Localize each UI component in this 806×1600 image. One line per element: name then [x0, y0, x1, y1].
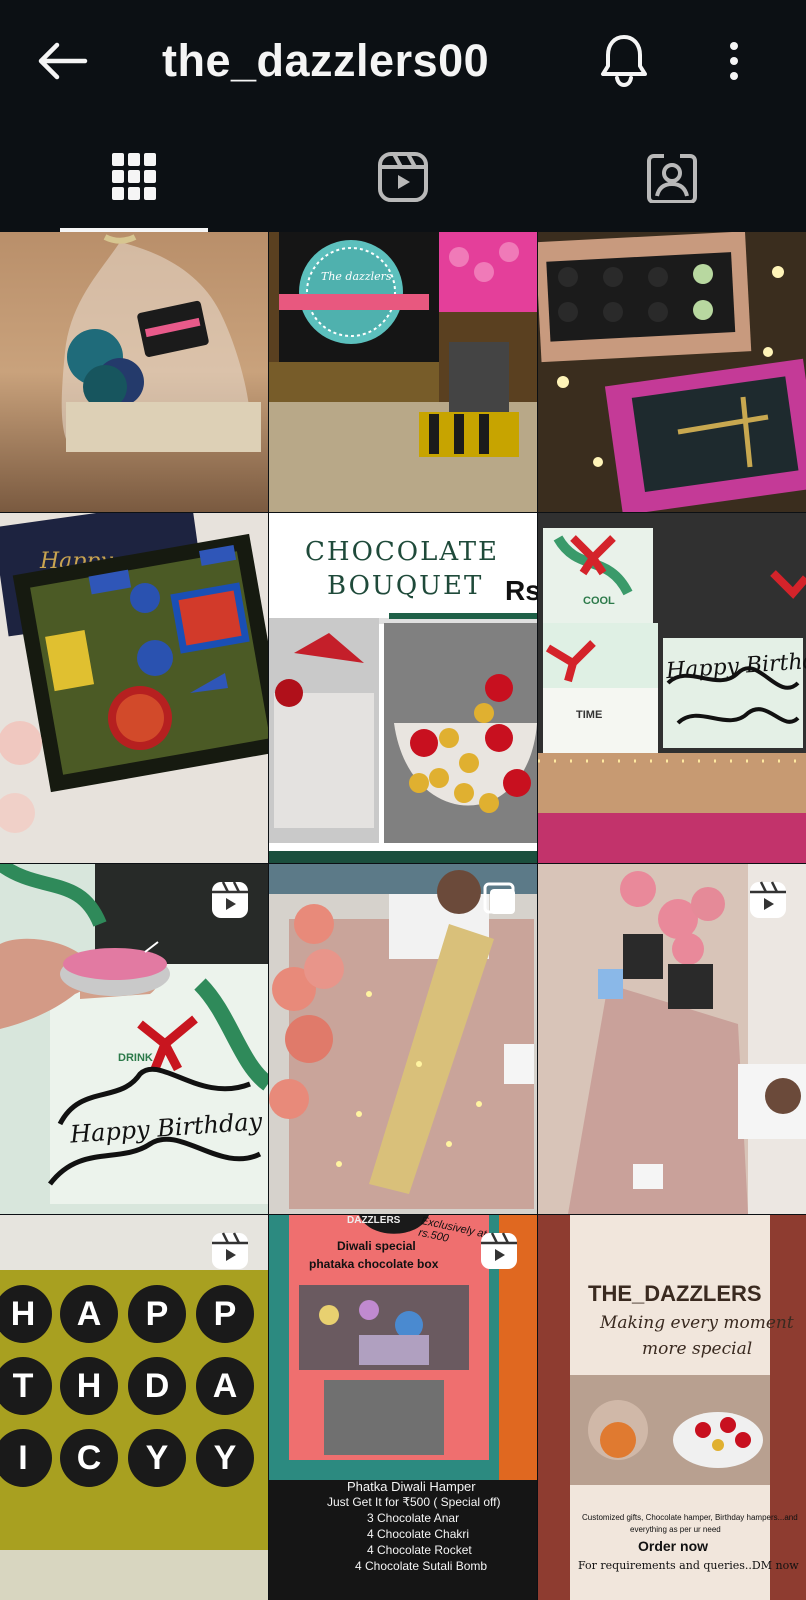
post-11-item-line: 4 Chocolate Chakri: [367, 1527, 470, 1541]
letter-tile: P: [128, 1285, 186, 1343]
reel-badge-icon: [212, 1232, 248, 1269]
post-11-offer-line: Just Get It for ₹500 ( Special off): [327, 1495, 501, 1509]
post-6-time-label: TIME: [576, 709, 603, 721]
post-2-logo-text: The dazzlers: [321, 270, 392, 283]
post-11-item-line: 4 Chocolate Sutali Bomb: [355, 1559, 488, 1573]
letter-tile: Y: [128, 1429, 186, 1487]
post-6[interactable]: COOL TIME Happy Birthday: [538, 513, 806, 863]
more-options-button[interactable]: [714, 36, 754, 86]
post-8[interactable]: [269, 864, 537, 1214]
letter-tile: C: [60, 1429, 118, 1487]
post-12[interactable]: THE_DAZZLERS Making every moment more sp…: [538, 1215, 806, 1600]
post-12-desc-line2: everything as per ur need: [630, 1525, 721, 1534]
post-3-image: [538, 232, 806, 512]
more-vertical-icon: [730, 42, 738, 80]
post-5-title-line1: CHOCOLATE: [305, 537, 500, 567]
post-2[interactable]: The dazzlers: [269, 232, 537, 512]
reel-badge-icon: [481, 1232, 517, 1269]
letter-tile: T: [0, 1357, 52, 1415]
post-5[interactable]: CHOCOLATE BOUQUET Rs: [269, 513, 537, 863]
post-1-image: [61, 234, 261, 452]
profile-tabs: [0, 122, 806, 232]
bell-icon: [601, 35, 647, 88]
post-11-item-line: 3 Chocolate Anar: [367, 1511, 460, 1525]
post-7-drink-label: DRINK: [118, 1052, 153, 1064]
reel-badge-icon: [212, 881, 248, 918]
notifications-button[interactable]: [596, 30, 652, 90]
multiple-photos-icon: [483, 882, 515, 914]
post-11-brand-text: DAZZLERS: [347, 1215, 401, 1226]
post-11-title-line1: Diwali special: [337, 1239, 416, 1253]
tab-posts-grid[interactable]: [0, 122, 268, 232]
post-9[interactable]: [538, 864, 806, 1214]
letter-tile: I: [0, 1429, 52, 1487]
post-4-image: Happy: [0, 513, 268, 863]
post-12-desc-line1: Customized gifts, Chocolate hamper, Birt…: [582, 1513, 798, 1522]
post-5-price-text: Rs: [505, 575, 537, 606]
post-3[interactable]: [538, 232, 806, 512]
letter-tile: H: [0, 1285, 52, 1343]
reels-icon: [378, 152, 428, 202]
letter-tile: D: [128, 1357, 186, 1415]
tagged-person-icon: [647, 154, 697, 203]
post-4[interactable]: Happy: [0, 513, 268, 863]
post-11-title-line2: phataka chocolate box: [309, 1257, 439, 1271]
post-12-contact-text: For requirements and queries..DM now: [578, 1559, 799, 1572]
post-2-image: [269, 232, 537, 512]
letter-tile: A: [196, 1357, 254, 1415]
post-12-tagline-line2: more special: [642, 1339, 753, 1359]
post-6-cool-label: COOL: [583, 595, 615, 607]
post-5-title-line2: BOUQUET: [327, 571, 484, 601]
back-arrow-icon: [38, 42, 88, 80]
posts-grid: The dazzlers Happy CHOCOLATE BOUQUET Rs …: [0, 232, 806, 1600]
profile-header: the_dazzlers00: [0, 0, 806, 122]
post-10-letter-grid: H A P P T H D A I C Y Y: [0, 1285, 268, 1525]
post-1[interactable]: [0, 232, 268, 512]
letter-tile: Y: [196, 1429, 254, 1487]
profile-username: the_dazzlers00: [162, 35, 490, 86]
grid-icon: [112, 153, 156, 200]
post-12-brand-text: THE_DAZZLERS: [588, 1281, 762, 1306]
letter-tile: A: [60, 1285, 118, 1343]
post-11[interactable]: DAZZLERS Exclusively at rs.500 Diwali sp…: [269, 1215, 537, 1600]
tab-reels[interactable]: [269, 122, 537, 232]
post-7[interactable]: DRINK Happy Birthday: [0, 864, 268, 1214]
post-11-item-line: 4 Chocolate Rocket: [367, 1543, 472, 1557]
post-12-tagline-line1: Making every moment: [600, 1313, 794, 1333]
letter-tile: H: [60, 1357, 118, 1415]
post-12-order-text: Order now: [638, 1538, 709, 1554]
tab-tagged[interactable]: [538, 122, 806, 232]
reel-badge-icon: [750, 881, 786, 918]
post-10[interactable]: H A P P T H D A I C Y Y: [0, 1215, 268, 1600]
back-button[interactable]: [30, 36, 94, 86]
post-11-hamper-line: Phatka Diwali Hamper: [347, 1479, 476, 1494]
post-6-image: [538, 513, 806, 863]
letter-tile: P: [196, 1285, 254, 1343]
